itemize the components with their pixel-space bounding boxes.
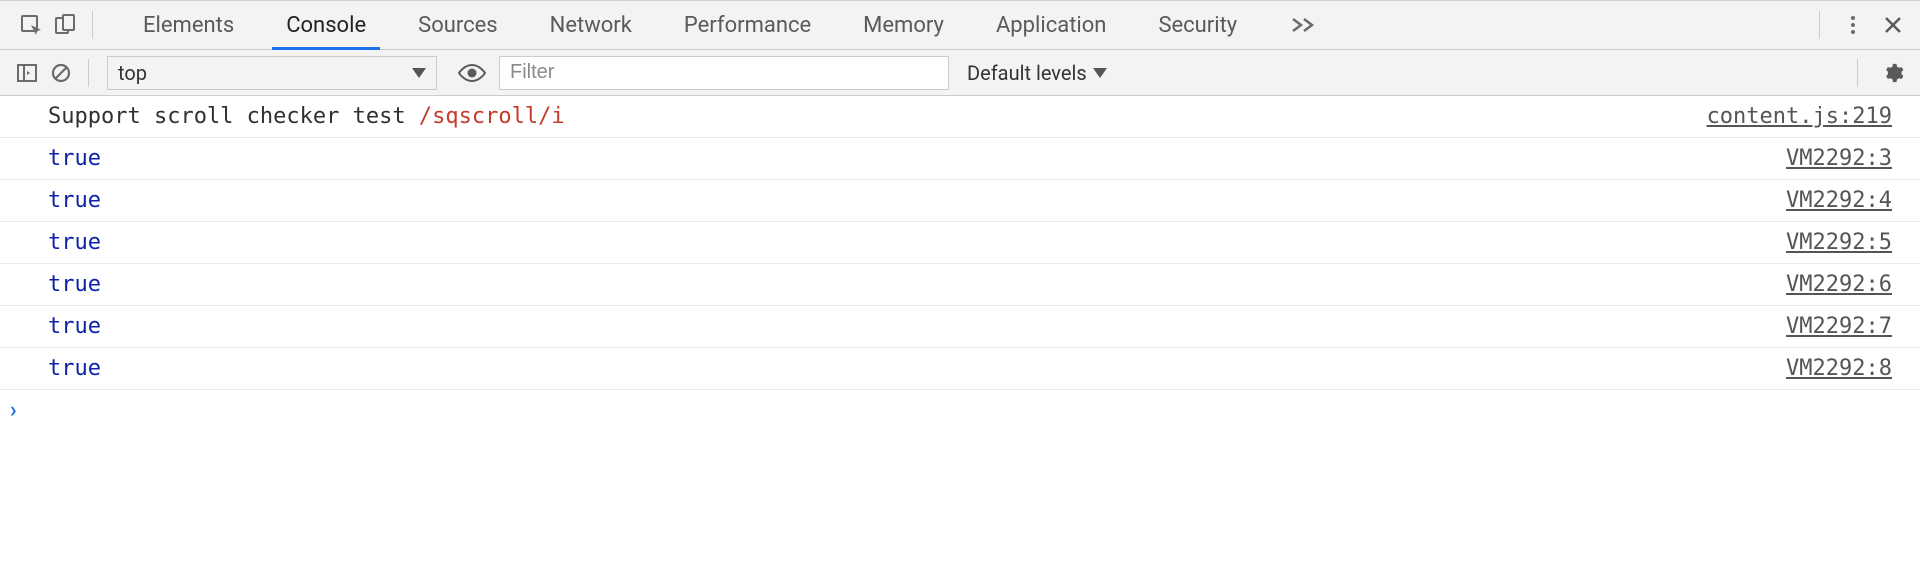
console-source-link[interactable]: VM2292:8 — [1786, 356, 1892, 381]
console-log-message: Support scroll checker test /sqscroll/i — [48, 104, 1707, 129]
execution-context-label: top — [118, 61, 147, 85]
kebab-menu-icon[interactable] — [1836, 8, 1870, 42]
console-settings-icon[interactable] — [1876, 56, 1910, 90]
boolean-literal: true — [48, 188, 101, 213]
boolean-literal: true — [48, 146, 101, 171]
console-source-link[interactable]: VM2292:5 — [1786, 230, 1892, 255]
tabs-container: Elements Console Sources Network Perform… — [117, 1, 1799, 49]
console-log-message: true — [48, 188, 1786, 213]
console-toolbar: top Default levels — [0, 50, 1920, 96]
console-log-row: true VM2292:4 — [0, 180, 1920, 222]
console-log-row: true VM2292:5 — [0, 222, 1920, 264]
console-filter-input[interactable] — [499, 56, 949, 90]
tab-application[interactable]: Application — [970, 1, 1132, 49]
console-log-message: true — [48, 146, 1786, 171]
boolean-literal: true — [48, 314, 101, 339]
close-devtools-icon[interactable] — [1876, 8, 1910, 42]
chevrons-right-icon — [1289, 15, 1317, 35]
device-toolbar-icon[interactable] — [48, 8, 82, 42]
console-source-link[interactable]: VM2292:3 — [1786, 146, 1892, 171]
tab-console[interactable]: Console — [260, 1, 392, 49]
console-log-row: true VM2292:3 — [0, 138, 1920, 180]
console-log-row: Support scroll checker test /sqscroll/ic… — [0, 96, 1920, 138]
console-source-link[interactable]: VM2292:6 — [1786, 272, 1892, 297]
console-log-message: true — [48, 356, 1786, 381]
tab-network[interactable]: Network — [524, 1, 658, 49]
tab-elements[interactable]: Elements — [117, 1, 260, 49]
tab-security[interactable]: Security — [1132, 1, 1263, 49]
chevron-down-icon — [412, 68, 426, 78]
separator — [88, 59, 89, 87]
console-log-row: true VM2292:8 — [0, 348, 1920, 390]
execution-context-select[interactable]: top — [107, 56, 437, 90]
separator — [92, 11, 93, 39]
log-levels-label: Default levels — [967, 61, 1087, 85]
devtools-tabbar: Elements Console Sources Network Perform… — [0, 0, 1920, 50]
separator — [1819, 11, 1820, 39]
tab-performance[interactable]: Performance — [658, 1, 837, 49]
boolean-literal: true — [48, 272, 101, 297]
console-source-link[interactable]: VM2292:4 — [1786, 188, 1892, 213]
console-log-area: Support scroll checker test /sqscroll/ic… — [0, 96, 1920, 390]
tab-sources[interactable]: Sources — [392, 1, 524, 49]
clear-console-icon[interactable] — [44, 56, 78, 90]
console-prompt[interactable]: › — [0, 390, 1920, 430]
toggle-console-sidebar-icon[interactable] — [10, 56, 44, 90]
tabbar-right-icons — [1799, 1, 1920, 49]
log-text: Support scroll checker test — [48, 104, 419, 129]
live-expression-icon[interactable] — [455, 56, 489, 90]
log-levels-select[interactable]: Default levels — [967, 61, 1107, 85]
console-log-message: true — [48, 230, 1786, 255]
tab-memory[interactable]: Memory — [837, 1, 970, 49]
boolean-literal: true — [48, 356, 101, 381]
console-log-row: true VM2292:7 — [0, 306, 1920, 348]
prompt-caret: › — [10, 398, 17, 423]
console-log-message: true — [48, 314, 1786, 339]
regex-literal: /sqscroll/i — [419, 104, 565, 129]
inspect-element-icon[interactable] — [14, 8, 48, 42]
console-source-link[interactable]: VM2292:7 — [1786, 314, 1892, 339]
console-source-link[interactable]: content.js:219 — [1707, 104, 1892, 129]
console-log-message: true — [48, 272, 1786, 297]
console-log-row: true VM2292:6 — [0, 264, 1920, 306]
boolean-literal: true — [48, 230, 101, 255]
tabbar-left-icons — [0, 1, 117, 49]
chevron-down-icon — [1093, 68, 1107, 78]
tab-overflow[interactable] — [1263, 1, 1343, 49]
separator — [1857, 59, 1858, 87]
